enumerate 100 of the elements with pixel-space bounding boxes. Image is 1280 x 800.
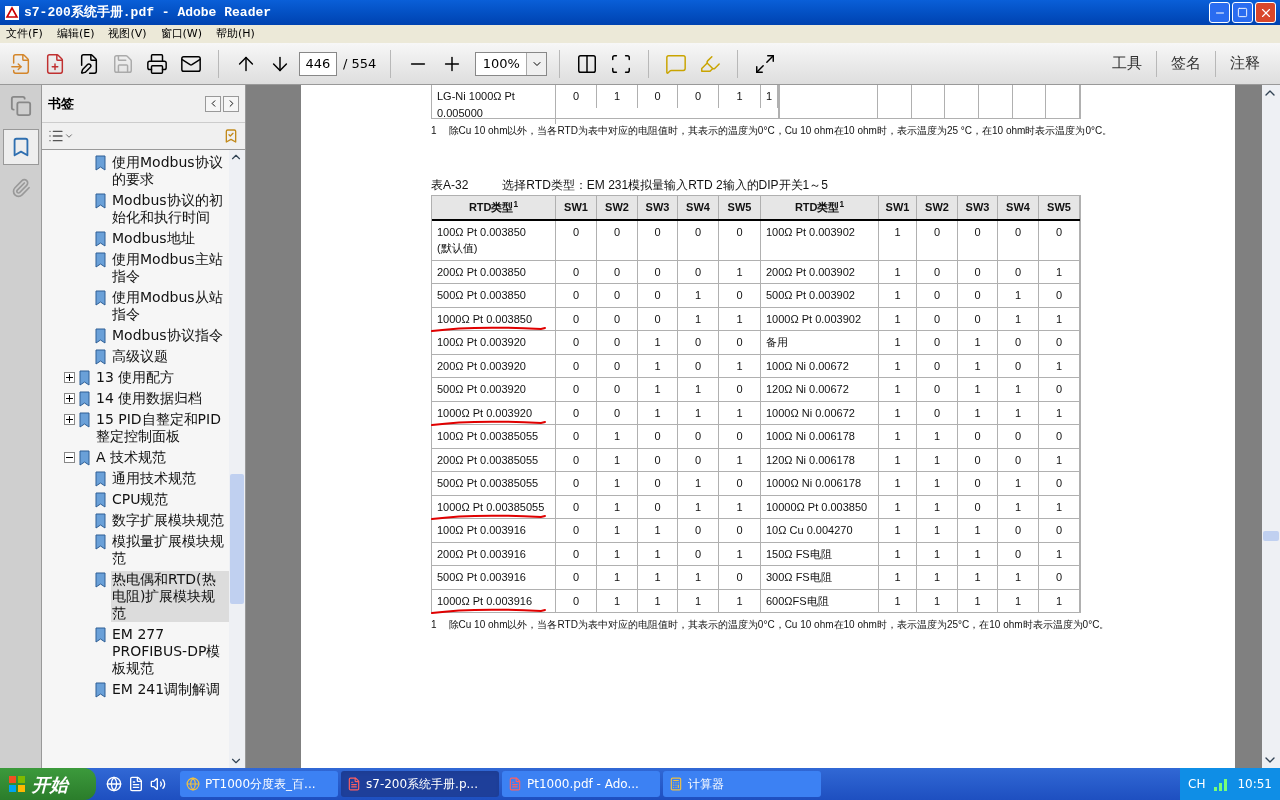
task-label: s7-200系统手册.p... (366, 776, 478, 793)
start-button[interactable]: 开始 (0, 768, 96, 800)
menu-item[interactable]: 窗口(W) (160, 25, 203, 43)
bookmark-item[interactable]: 使用Modbus从站指令 (111, 289, 229, 323)
table-cell: 0 (597, 354, 638, 377)
table-cell: 0 (556, 542, 597, 565)
table-cell: 1 (719, 448, 761, 471)
table-cell: 1 (879, 425, 917, 448)
menu-item[interactable]: 文件(F) (6, 25, 43, 43)
table-cell: 1 (597, 472, 638, 495)
rtd-type: 500Ω Pt 0.003902 (766, 288, 855, 303)
rtd-type: 500Ω Pt 0.00385055 (437, 476, 539, 491)
clock: 10:51 (1237, 776, 1272, 793)
table-cell: 1 (879, 519, 917, 542)
table-cell: 1 (958, 589, 998, 612)
zoom-dropdown[interactable]: 100% (475, 51, 548, 76)
table-cell: 0 (556, 378, 597, 401)
page-number-field[interactable]: 446 (299, 51, 337, 76)
table-cell: 1 (638, 354, 678, 377)
table-cell: 1 (917, 495, 958, 518)
rtd-type: 300Ω FS电阻 (766, 570, 832, 585)
table-cell: 1 (638, 589, 678, 612)
bookmark-item[interactable]: 模拟量扩展模块规范 (111, 533, 229, 567)
table-cell: 0 (958, 425, 998, 448)
rtd-type: 1000Ω Pt 0.00385055 (437, 498, 545, 515)
table-cell: 0 (719, 331, 761, 354)
table-cell: 1 (879, 284, 917, 307)
panel-button[interactable]: 工具 (1098, 52, 1156, 75)
table-cell: 0 (917, 284, 958, 307)
bookmark-item[interactable]: 热电偶和RTD(热电阻)扩展模块规范 (111, 571, 229, 622)
table-cell: 1 (879, 378, 917, 401)
table-cell: 0 (1039, 566, 1080, 589)
rtd-type: 600ΩFS电阻 (766, 593, 829, 609)
table-cell: 0 (917, 260, 958, 283)
table-cell: 0 (556, 307, 597, 330)
bookmark-item[interactable]: A 技术规范 (95, 449, 168, 466)
table-cell: 0 (556, 331, 597, 354)
rtd-type: LG-Ni 1000Ω Pt 0.005000 (437, 90, 515, 119)
bookmark-item[interactable]: CPU规范 (111, 491, 170, 508)
menu-item[interactable]: 编辑(E) (56, 25, 95, 43)
panel-title: 书签 (48, 94, 74, 113)
bookmark-item[interactable]: Modbus协议的初始化和执行时间 (111, 192, 229, 226)
table-cell: 1 (597, 519, 638, 542)
table-cell: 0 (958, 495, 998, 518)
table-cell: 1 (719, 495, 761, 518)
table-cell: 1 (1039, 260, 1080, 283)
bookmark-item[interactable]: 高级议题 (111, 348, 169, 365)
table-cell: 0 (917, 220, 958, 260)
table-cell: 0 (1039, 220, 1080, 260)
table-cell: 1 (917, 589, 958, 612)
rtd-type: 150Ω FS电阻 (766, 546, 832, 562)
table-cell: 1 (719, 307, 761, 330)
rtd-type: 1000Ω Pt 0.003920 (437, 404, 533, 421)
bookmark-item[interactable]: Modbus协议指令 (111, 327, 224, 344)
panel-button[interactable]: 注释 (1216, 52, 1274, 75)
table-cell: 1 (958, 542, 998, 565)
bookmark-item[interactable]: EM 241调制解调 (111, 681, 222, 698)
table-cell: 0 (638, 85, 678, 108)
column-header: RTD类型$^{1}$ (761, 196, 879, 219)
bookmark-item[interactable]: 使用Modbus主站指令 (111, 251, 229, 285)
table-cell: 1 (998, 401, 1039, 424)
table-cell: 0 (958, 220, 998, 260)
taskbar-button[interactable]: s7-200系统手册.p... (341, 771, 499, 797)
table-cell: 0 (678, 354, 719, 377)
table-cell: 1 (917, 425, 958, 448)
bookmark-item[interactable]: EM 277 PROFIBUS-DP模板规范 (111, 626, 229, 677)
bookmark-item[interactable]: 13 使用配方 (95, 369, 176, 386)
table-cell: 1 (998, 566, 1039, 589)
table-cell: 0 (556, 284, 597, 307)
bookmark-item[interactable]: 14 使用数据归档 (95, 390, 204, 407)
table-cell: 0 (719, 472, 761, 495)
menu-item[interactable]: 视图(V) (108, 25, 147, 43)
table-cell: 0 (958, 448, 998, 471)
table-cell: 0 (597, 260, 638, 283)
bookmark-item[interactable]: 通用技术规范 (111, 470, 197, 487)
table-cell: 1 (998, 472, 1039, 495)
table-cell: 0 (556, 354, 597, 377)
table-cell: 1 (678, 307, 719, 330)
table-cell: 1 (678, 401, 719, 424)
table-cell: 1 (879, 472, 917, 495)
table-cell: 1 (1039, 542, 1080, 565)
table-cell: 1 (917, 519, 958, 542)
taskbar-button[interactable]: 计算器 (663, 771, 821, 797)
table-title: 选择RTD类型：EM 231模拟量输入RTD 2输入的DIP开关1～5 (502, 177, 828, 194)
table-cell: 1 (719, 85, 761, 108)
table-cell: 0 (719, 220, 761, 260)
bookmark-item[interactable]: Modbus地址 (111, 230, 196, 247)
bookmark-item[interactable]: 15 PID自整定和PID整定控制面板 (95, 411, 229, 445)
table-cell: 0 (958, 284, 998, 307)
taskbar-button[interactable]: Pt1000.pdf - Ado... (502, 771, 660, 797)
column-header: SW3 (638, 196, 678, 219)
bookmark-item[interactable]: 使用Modbus协议的要求 (111, 154, 229, 188)
bookmark-item[interactable]: 数字扩展模块规范 (111, 512, 225, 529)
table-cell: 0 (638, 472, 678, 495)
table-cell: 0 (998, 220, 1039, 260)
taskbar-button[interactable]: PT1000分度表_百... (180, 771, 338, 797)
menu-item[interactable]: 帮助(H) (216, 25, 255, 43)
panel-button[interactable]: 签名 (1157, 52, 1215, 75)
table-cell: 0 (1039, 284, 1080, 307)
table-cell: 0 (556, 589, 597, 612)
